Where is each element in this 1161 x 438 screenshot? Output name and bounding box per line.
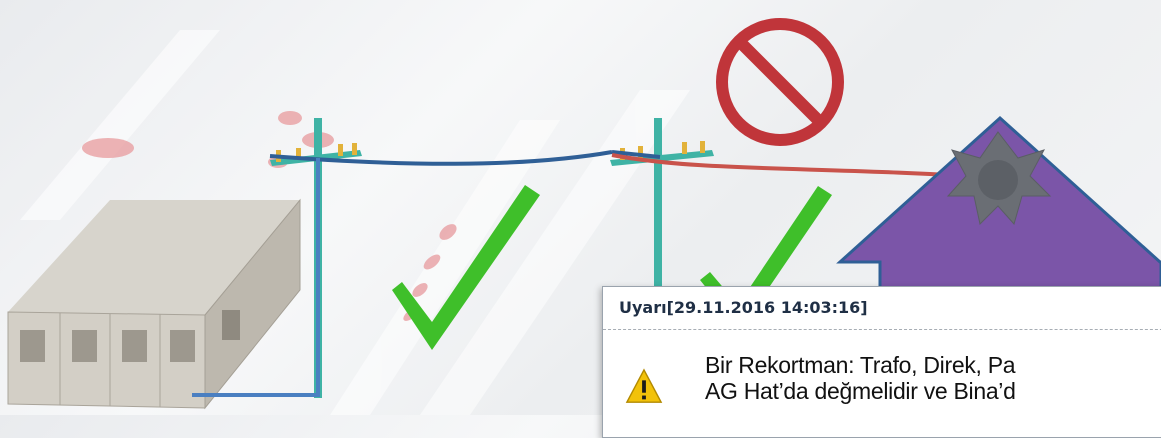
prohibited-sign-icon <box>716 18 844 146</box>
transformer-kiosk <box>7 198 301 410</box>
dialog-body: Bir Rekortman: Trafo, Direk, Pa AG Hat’d… <box>603 330 1161 437</box>
warning-dialog: Uyarı[29.11.2016 14:03:16] Bir Rekortman… <box>602 286 1161 438</box>
dialog-message-line-1: Bir Rekortman: Trafo, Direk, Pa <box>705 352 1016 378</box>
dialog-title: Uyarı[29.11.2016 14:03:16] <box>603 287 1161 330</box>
dialog-message: Bir Rekortman: Trafo, Direk, Pa AG Hat’d… <box>705 352 1016 404</box>
dialog-message-line-2: AG Hat’da değmelidir ve Bina’d <box>705 378 1016 404</box>
warning-icon <box>625 368 663 403</box>
